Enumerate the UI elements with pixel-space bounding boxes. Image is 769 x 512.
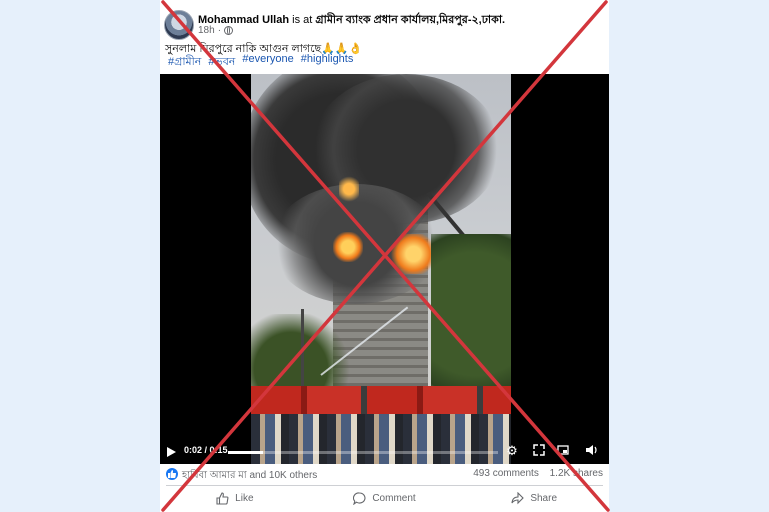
location-link[interactable]: গ্রামীন ব্যাংক প্রধান কার্যালয়,মিরপুর-২… [315,14,505,26]
utility-pole [301,309,304,389]
share-label: Share [530,492,558,504]
dot-separator: · [217,25,222,36]
facebook-post-card: Mohammad Ullah is at গ্রামীন ব্যাংক প্রধ… [160,0,609,512]
engagement-counts: 493 comments 1.2K shares [465,468,603,479]
like-reaction-icon [166,468,178,480]
fire [333,232,363,262]
video-controls: 0:02 / 0:15 ⚙ [160,440,609,464]
reactions-bar: হাবিবা আমার মা and 10K others 493 commen… [166,467,603,483]
volume-icon[interactable] [584,444,598,458]
reaction-summary[interactable]: হাবিবা আমার মা and 10K others [182,468,317,485]
comment-button[interactable]: Comment [310,487,460,509]
is-at-label: is at [292,14,313,26]
hashtag-link[interactable]: #highlights [301,53,354,72]
share-count[interactable]: 1.2K shares [550,468,603,479]
post-time[interactable]: 18h [198,25,215,36]
fire [339,174,359,204]
seek-bar-progress [228,451,264,454]
post-actions: Like Comment Share [160,487,609,509]
video-frame-burning-building [251,74,511,464]
seek-bar[interactable] [228,451,498,454]
comment-label: Comment [372,492,416,504]
like-button[interactable]: Like [160,487,310,509]
share-icon [511,491,525,504]
expand-icon[interactable] [532,444,546,458]
comment-icon [353,491,366,505]
share-button[interactable]: Share [459,487,609,509]
gear-icon[interactable]: ⚙ [505,444,519,458]
avatar[interactable] [164,10,194,40]
post-header: Mohammad Ullah is at গ্রামীন ব্যাংক প্রধ… [160,4,609,40]
thumbs-up-icon [216,491,229,505]
hashtag-list: #গ্রামীন #ভবন #everyone #highlights [168,53,353,72]
like-label: Like [235,492,254,504]
miniplayer-icon[interactable] [556,444,570,458]
video-player[interactable]: 0:02 / 0:15 ⚙ [160,74,609,464]
fire [391,234,436,274]
hashtag-link[interactable]: #everyone [242,53,293,72]
divider [166,485,603,486]
post-meta: 18h · [198,25,234,36]
comment-count[interactable]: 493 comments [473,468,539,479]
play-icon[interactable] [167,447,176,457]
fire-trucks [251,386,511,416]
hashtag-link[interactable]: #গ্রামীন [168,53,201,72]
video-time: 0:02 / 0:15 [184,445,228,455]
author-line: Mohammad Ullah is at গ্রামীন ব্যাংক প্রধ… [198,11,505,30]
globe-icon [224,26,234,35]
hashtag-link[interactable]: #ভবন [208,53,235,72]
